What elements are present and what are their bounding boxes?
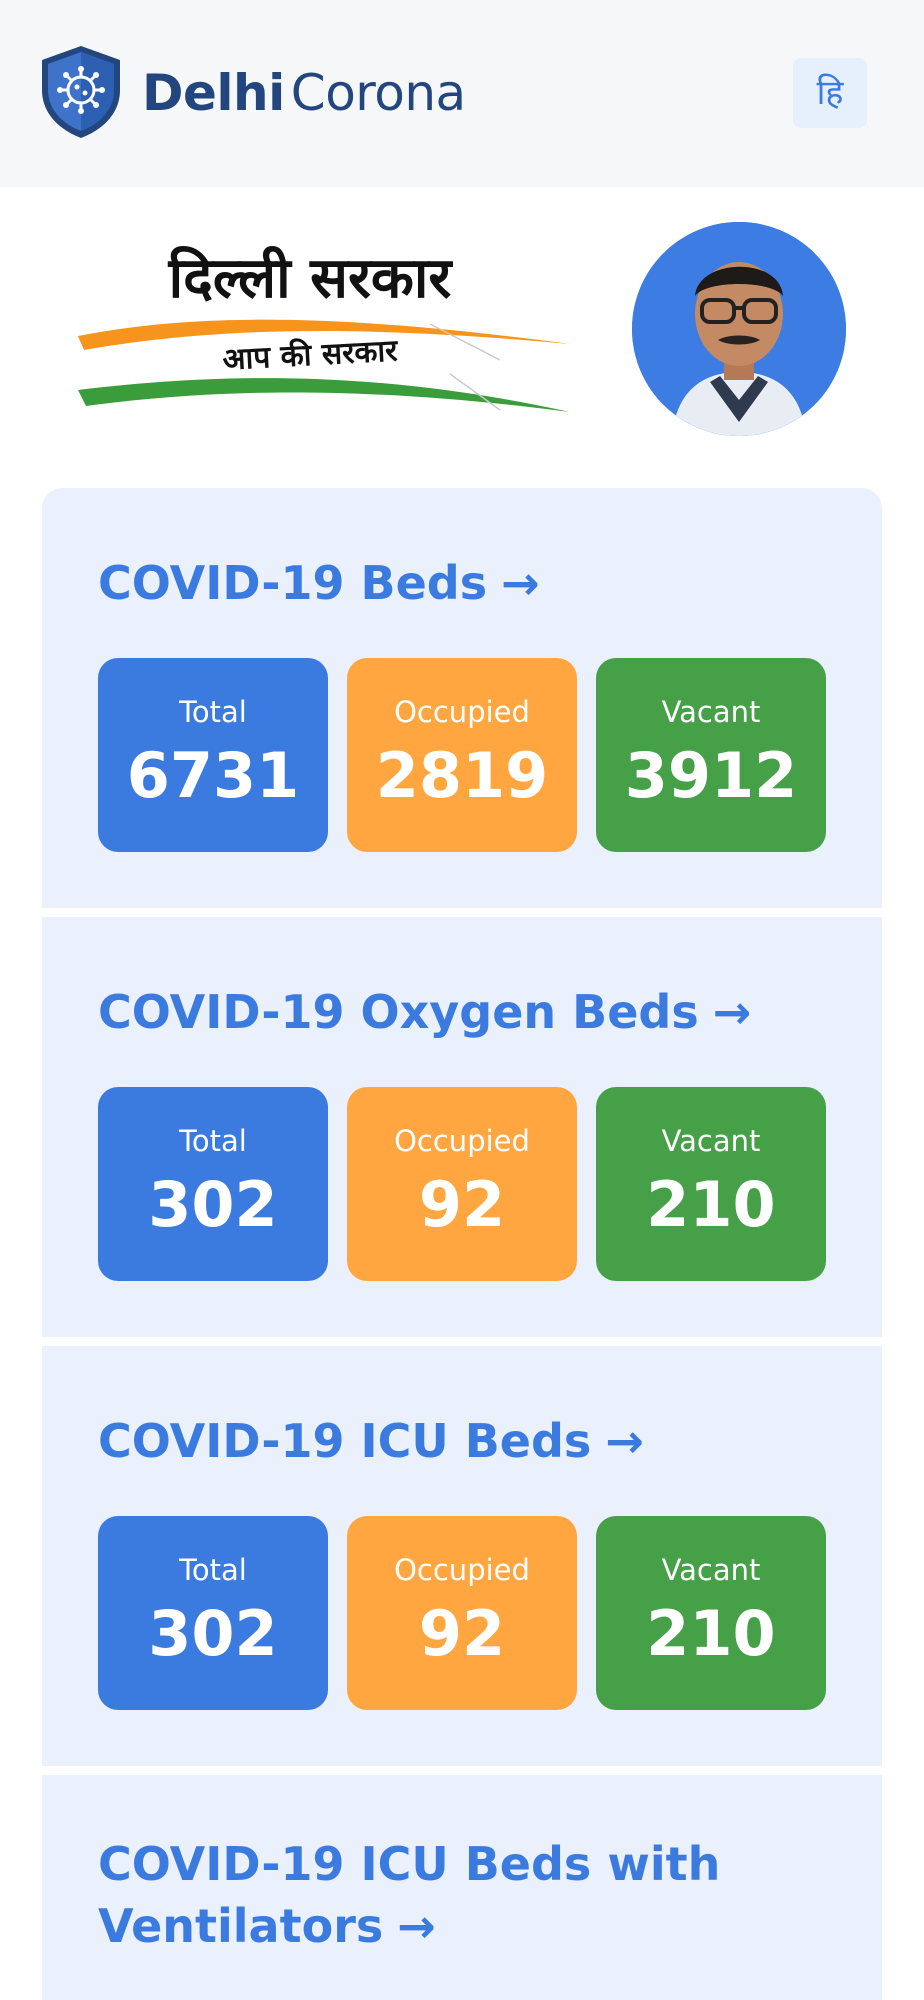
person-portrait-icon [632, 222, 846, 436]
occupied-label: Occupied [394, 1124, 530, 1158]
shield-virus-icon[interactable] [38, 44, 124, 140]
vacant-label: Vacant [661, 1553, 761, 1587]
vacant-card: Vacant 210 [596, 1087, 826, 1281]
beds-section-title[interactable]: COVID-19 Beds → [98, 552, 540, 614]
vacant-value: 3912 [624, 739, 798, 812]
occupied-card: Occupied 92 [347, 1516, 577, 1710]
icu-beds-section: COVID-19 ICU Beds → Total 302 Occupied 92… [42, 1346, 882, 1766]
icu-ventilator-beds-section: COVID-19 ICU Beds with Ventilators → [42, 1775, 882, 2000]
cm-avatar [632, 222, 846, 436]
occupied-value: 92 [418, 1168, 506, 1241]
total-card: Total 302 [98, 1087, 328, 1281]
occupied-label: Occupied [394, 1553, 530, 1587]
section-title-text: COVID-19 ICU Beds [98, 1414, 592, 1468]
vacant-card: Vacant 3912 [596, 658, 826, 852]
arrow-right-icon: → [712, 985, 752, 1039]
section-title-text: COVID-19 Beds [98, 556, 488, 610]
app-title-bold: Delhi [142, 64, 285, 122]
oxygen-beds-section-title[interactable]: COVID-19 Oxygen Beds → [98, 981, 751, 1043]
occupied-value: 2819 [375, 739, 549, 812]
vacant-card: Vacant 210 [596, 1516, 826, 1710]
icu-ventilator-beds-section-title[interactable]: COVID-19 ICU Beds with Ventilators → [98, 1833, 778, 1957]
occupied-card: Occupied 2819 [347, 658, 577, 852]
vacant-value: 210 [646, 1168, 776, 1241]
total-label: Total [179, 1124, 247, 1158]
occupied-card: Occupied 92 [347, 1087, 577, 1281]
arrow-right-icon: → [501, 556, 540, 610]
total-card: Total 302 [98, 1516, 328, 1710]
total-value: 302 [148, 1597, 278, 1670]
total-card: Total 6731 [98, 658, 328, 852]
total-label: Total [179, 1553, 247, 1587]
total-value: 302 [148, 1168, 278, 1241]
total-value: 6731 [126, 739, 300, 812]
occupied-label: Occupied [394, 695, 530, 729]
arrow-right-icon: → [605, 1414, 644, 1468]
occupied-value: 92 [418, 1597, 506, 1670]
arrow-right-icon: → [397, 1899, 436, 1953]
govt-title: दिल्ली सरकार [168, 246, 452, 311]
language-toggle-button[interactable]: हि [793, 58, 867, 128]
total-label: Total [179, 695, 247, 729]
delhi-govt-logo: दिल्ली सरकार आप की सरकार [70, 236, 580, 426]
app-title-regular: Corona [290, 64, 466, 122]
vacant-label: Vacant [661, 695, 761, 729]
vacant-value: 210 [646, 1597, 776, 1670]
app-header: Delhi Corona हि [0, 0, 924, 187]
icu-beds-section-title[interactable]: COVID-19 ICU Beds → [98, 1410, 644, 1472]
beds-section: COVID-19 Beds → Total 6731 Occupied 2819 … [42, 488, 882, 908]
section-title-text: COVID-19 Oxygen Beds [98, 985, 699, 1039]
oxygen-beds-section: COVID-19 Oxygen Beds → Total 302 Occupied… [42, 917, 882, 1337]
app-title[interactable]: Delhi Corona [142, 58, 466, 128]
page: DelhiCorona हि दिल्ली सरकार आप की सरकार [0, 0, 924, 2000]
vacant-label: Vacant [661, 1124, 761, 1158]
